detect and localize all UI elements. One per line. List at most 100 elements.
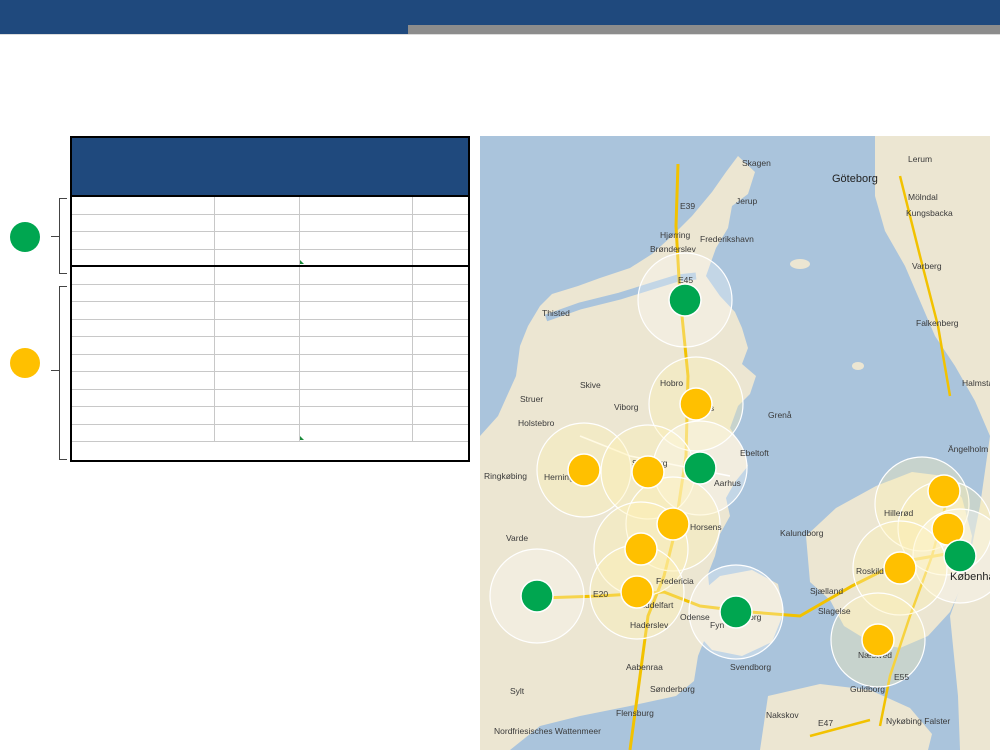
place-label: Ängelholm [948,444,988,454]
table-cell [300,249,413,265]
table-cell [300,302,413,319]
table-cell [72,389,215,406]
table-cell [215,284,300,301]
table-cell [215,267,300,284]
green-station-marker[interactable] [683,451,717,485]
green-station-marker[interactable] [943,539,977,573]
place-label: Skagen [742,158,771,168]
green-station-marker[interactable] [668,283,702,317]
header-divider [0,34,1000,35]
table-cell [300,197,413,214]
yellow-table-row [72,302,468,320]
table-cell [413,302,468,319]
table-cell [215,319,300,336]
yellow-table-row [72,337,468,355]
table-cell [215,232,300,249]
table-cell [72,267,215,284]
yellow-station-marker[interactable] [624,532,658,566]
yellow-station-marker[interactable] [620,575,654,609]
table-cell [413,337,468,354]
place-label: Halmstad [962,378,990,388]
green-group-bracket [59,198,67,274]
table-cell [72,354,215,371]
place-label: Sønderborg [650,684,695,694]
place-label: Struer [520,394,543,404]
table-cell [215,249,300,265]
green-station-marker[interactable] [520,579,554,613]
denmark-map[interactable]: Skagen Jerup Hjørring Frederikshavn Brønders… [480,136,990,750]
place-label: E55 [894,672,909,682]
table-cell [72,284,215,301]
table-cell [72,214,215,231]
yellow-station-marker[interactable] [679,387,713,421]
table-cell [300,372,413,389]
yellow-station-marker[interactable] [927,474,961,508]
table-cell [300,337,413,354]
table-cell [413,285,468,302]
yellow-group-bracket-tick [51,370,59,371]
place-label: E39 [680,201,695,211]
place-label: Lerum [908,154,932,164]
place-label: Hillerød [884,508,914,518]
place-label: Ringkøbing [484,471,527,481]
table-cell [300,214,413,231]
green-table-row [72,214,468,232]
yellow-table-row [72,372,468,390]
place-label: Svendborg [730,662,771,672]
table-cell [300,284,413,301]
place-label: Fredericia [656,576,694,586]
table-cell [300,354,413,371]
yellow-table-row [72,389,468,407]
table-cell [215,372,300,389]
place-label: Viborg [614,402,639,412]
green-table-row [72,249,468,267]
place-label: Sylt [510,686,525,696]
table-cell [300,232,413,249]
table-header [72,138,468,197]
table-cell [413,355,468,372]
green-status-dot [10,222,40,252]
place-label: Nykøbing Falster [886,716,950,726]
table-cell [413,390,468,407]
place-label: Haderslev [630,620,669,630]
place-label: Jerup [736,196,758,206]
table-cell [413,232,468,249]
yellow-station-marker[interactable] [861,623,895,657]
table-cell [413,250,468,266]
place-label: Frederikshavn [700,234,754,244]
place-label: Kalundborg [780,528,824,538]
place-label: Holstebro [518,418,555,428]
table-cell [413,267,468,284]
anholt-island [852,362,864,370]
place-label: Falkenberg [916,318,959,328]
table-cell [72,372,215,389]
place-label: Skive [580,380,601,390]
table-cell [72,249,215,265]
yellow-table-row [72,319,468,337]
yellow-station-marker[interactable] [883,551,917,585]
green-table-row [72,197,468,215]
place-label: Hobro [660,378,683,388]
place-label: Flensburg [616,708,654,718]
table-cell [215,302,300,319]
yellow-station-marker[interactable] [656,507,690,541]
place-label: Mölndal [908,192,938,202]
table-cell [72,319,215,336]
green-station-marker[interactable] [719,595,753,629]
table-cell [300,407,413,424]
yellow-table-row [72,407,468,425]
yellow-table-row [72,424,468,442]
table-cell [72,407,215,424]
place-label: Slagelse [818,606,851,616]
table-cell [72,337,215,354]
place-label: E47 [818,718,833,728]
place-label: Thisted [542,308,570,318]
place-label: Sjælland [810,586,843,596]
place-label: Horsens [690,522,722,532]
yellow-station-marker[interactable] [631,455,665,489]
cell-comment-flag-icon [300,260,304,264]
cell-comment-flag-icon [300,436,304,440]
place-label: E20 [593,589,608,599]
yellow-station-marker[interactable] [567,453,601,487]
place-label: Guldborg [850,684,885,694]
